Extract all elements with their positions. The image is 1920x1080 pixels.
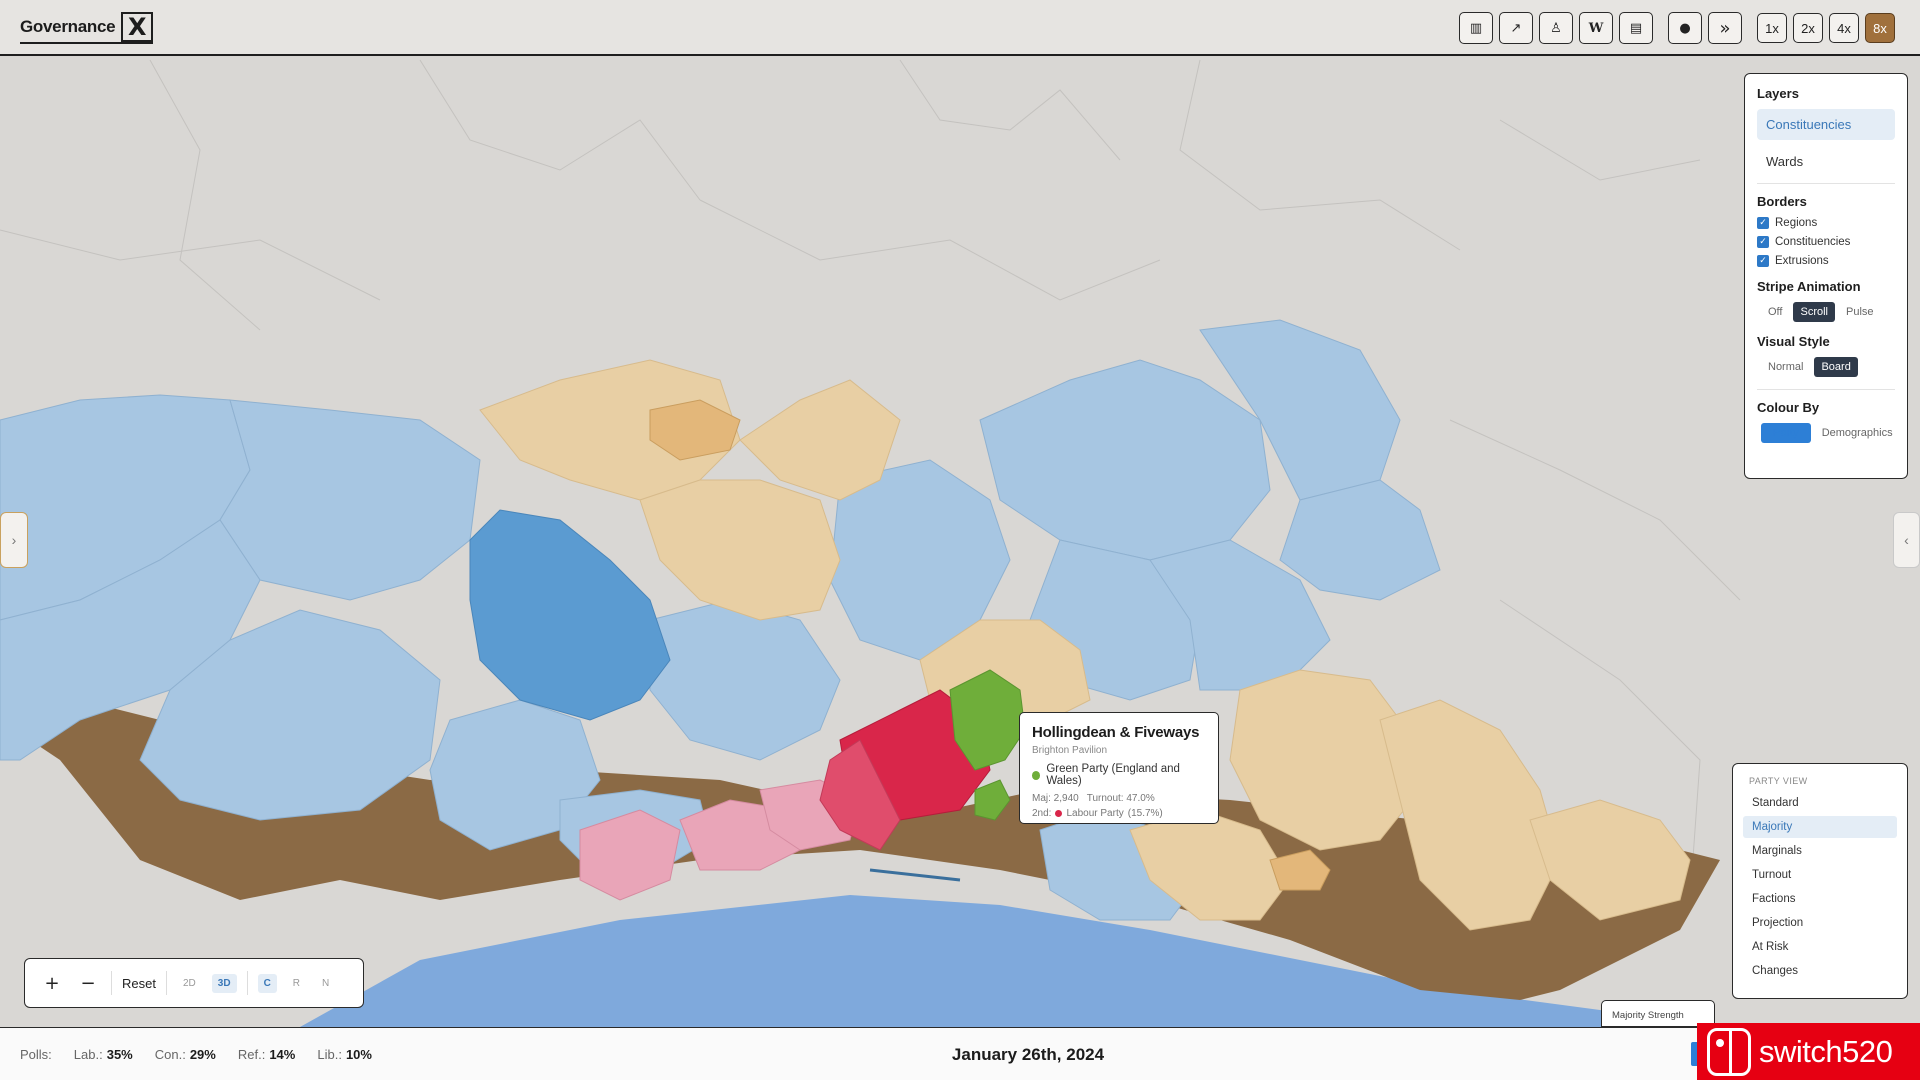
speed-4x-button[interactable]: 4x: [1829, 13, 1859, 43]
party-view-majority[interactable]: Majority: [1743, 816, 1897, 838]
constituency-tooltip: Hollingdean & Fiveways Brighton Pavilion…: [1019, 712, 1219, 824]
party-color-dot-icon: [1055, 810, 1063, 817]
brand-logo[interactable]: Governance X: [20, 12, 154, 44]
stripe-scroll-option[interactable]: Scroll: [1793, 302, 1835, 322]
panel-divider: [1757, 389, 1895, 390]
border-constituencies-toggle[interactable]: ✓ Constituencies: [1757, 236, 1895, 248]
playback-controls: ● »: [1668, 12, 1742, 44]
layer-wards[interactable]: Wards: [1757, 146, 1895, 177]
visual-style-selector: Normal Board: [1761, 357, 1895, 377]
visual-normal-option[interactable]: Normal: [1761, 357, 1810, 377]
tooltip-majority: Maj: 2,940: [1032, 793, 1079, 804]
panel-divider: [1757, 183, 1895, 184]
hierarchy-icon[interactable]: ♙: [1539, 12, 1573, 44]
document-icon[interactable]: ▤: [1619, 12, 1653, 44]
divider: [111, 971, 112, 995]
party-view-panel: PARTY VIEW Standard Majority Marginals T…: [1732, 763, 1908, 999]
stripe-animation-heading: Stripe Animation: [1757, 279, 1861, 294]
party-view-marginals[interactable]: Marginals: [1743, 840, 1897, 862]
divider: [165, 971, 167, 995]
party-view-factions[interactable]: Factions: [1743, 888, 1897, 910]
visual-style-heading: Visual Style: [1757, 334, 1830, 349]
party-view-at-risk[interactable]: At Risk: [1743, 936, 1897, 958]
zoom-out-button[interactable]: −: [75, 973, 101, 994]
tooltip-second-label: 2nd:: [1032, 808, 1052, 819]
visual-board-option[interactable]: Board: [1814, 357, 1858, 377]
current-date: January 26th, 2024: [951, 1045, 1105, 1064]
colour-party-option[interactable]: Party: [1761, 423, 1811, 443]
party-view-title: PARTY VIEW: [1749, 776, 1808, 786]
checkbox-checked-icon[interactable]: ✓: [1757, 217, 1769, 229]
chevron-right-icon: ›: [11, 532, 17, 548]
tooltip-stats: Maj: 2,940 Turnout: 47.0%: [1032, 793, 1206, 804]
tooltip-turnout: Turnout: 47.0%: [1086, 793, 1155, 804]
mode-3d-button[interactable]: 3D: [211, 973, 237, 993]
colour-by-selector: Party Demographics: [1761, 423, 1895, 443]
view-tools: ▥ ↗ ♙ W ▤: [1459, 12, 1653, 44]
speed-2x-button[interactable]: 2x: [1793, 13, 1823, 43]
right-panel-toggle[interactable]: ‹: [1893, 512, 1920, 568]
party-color-dot-icon: [1032, 770, 1041, 780]
border-extrusions-toggle[interactable]: ✓ Extrusions: [1757, 255, 1895, 267]
checkbox-checked-icon[interactable]: ✓: [1757, 236, 1769, 248]
party-view-turnout[interactable]: Turnout: [1743, 864, 1897, 886]
tooltip-winner: Green Party (England and Wales): [1032, 763, 1206, 787]
watermark-text: switch520: [1759, 1033, 1893, 1069]
border-constituencies-label: Constituencies: [1775, 236, 1851, 248]
party-view-projection[interactable]: Projection: [1743, 912, 1897, 934]
tooltip-title: Hollingdean & Fiveways: [1032, 724, 1200, 741]
election-map[interactable]: [0, 57, 1920, 1027]
border-extrusions-label: Extrusions: [1775, 255, 1829, 267]
checkbox-checked-icon[interactable]: ✓: [1757, 255, 1769, 267]
brand-name: Governance: [20, 17, 116, 36]
wikipedia-icon[interactable]: W: [1579, 12, 1613, 44]
tooltip-winner-party: Green Party (England and Wales): [1046, 763, 1180, 787]
stripe-animation-selector: Off Scroll Pulse: [1761, 302, 1895, 322]
map-zoom-controls: + − Reset 2D 3D C R N: [24, 958, 364, 1008]
party-view-changes[interactable]: Changes: [1743, 960, 1897, 982]
divider: [246, 971, 248, 995]
speed-8x-button[interactable]: 8x: [1865, 13, 1895, 43]
console-logo-icon: [1707, 1027, 1751, 1076]
reset-view-button[interactable]: Reset: [122, 976, 156, 991]
colour-by-heading: Colour By: [1757, 400, 1820, 415]
borders-heading: Borders: [1757, 194, 1807, 209]
fast-forward-icon[interactable]: »: [1708, 12, 1742, 44]
speed-controls: 1x 2x 4x 8x: [1757, 13, 1895, 43]
chevron-left-icon: ‹: [1904, 532, 1909, 548]
speed-1x-button[interactable]: 1x: [1757, 13, 1787, 43]
layers-heading: Layers: [1757, 86, 1799, 101]
border-regions-toggle[interactable]: ✓ Regions: [1757, 217, 1895, 229]
tooltip-second-party: Labour Party: [1066, 808, 1124, 819]
zoom-in-button[interactable]: +: [39, 973, 65, 994]
view-r-button[interactable]: R: [287, 974, 306, 993]
bar-chart-icon[interactable]: ▥: [1459, 12, 1493, 44]
left-panel-toggle[interactable]: ›: [0, 512, 28, 568]
layer-constituencies[interactable]: Constituencies: [1757, 109, 1895, 140]
trend-icon[interactable]: ↗: [1499, 12, 1533, 44]
status-bar: Polls: Lab.: 35% Con.: 29% Ref.: 14% Lib.: 1…: [0, 1027, 1920, 1080]
view-c-button[interactable]: C: [257, 973, 277, 993]
colour-demographics-option[interactable]: Demographics: [1815, 423, 1900, 443]
tooltip-second-place: 2nd: Labour Party (15.7%): [1032, 808, 1206, 819]
view-n-button[interactable]: N: [316, 974, 335, 993]
border-regions-label: Regions: [1775, 217, 1818, 229]
top-bar: Governance X ▥ ↗ ♙ W ▤ ● » 1x 2x 4x 8x: [0, 0, 1920, 56]
tooltip-subtitle: Brighton Pavilion: [1032, 745, 1108, 756]
stripe-off-option[interactable]: Off: [1761, 302, 1789, 322]
stripe-pulse-option[interactable]: Pulse: [1839, 302, 1881, 322]
watermark: switch520: [1697, 1023, 1920, 1080]
brand-x-mark: X: [121, 12, 154, 42]
tooltip-second-pct: (15.7%): [1127, 808, 1163, 819]
party-view-standard[interactable]: Standard: [1743, 792, 1897, 814]
map-controls-panel: Layers Constituencies Wards Borders ✓ Re…: [1744, 73, 1908, 479]
mode-2d-button[interactable]: 2D: [177, 974, 202, 993]
record-icon[interactable]: ●: [1668, 12, 1702, 44]
